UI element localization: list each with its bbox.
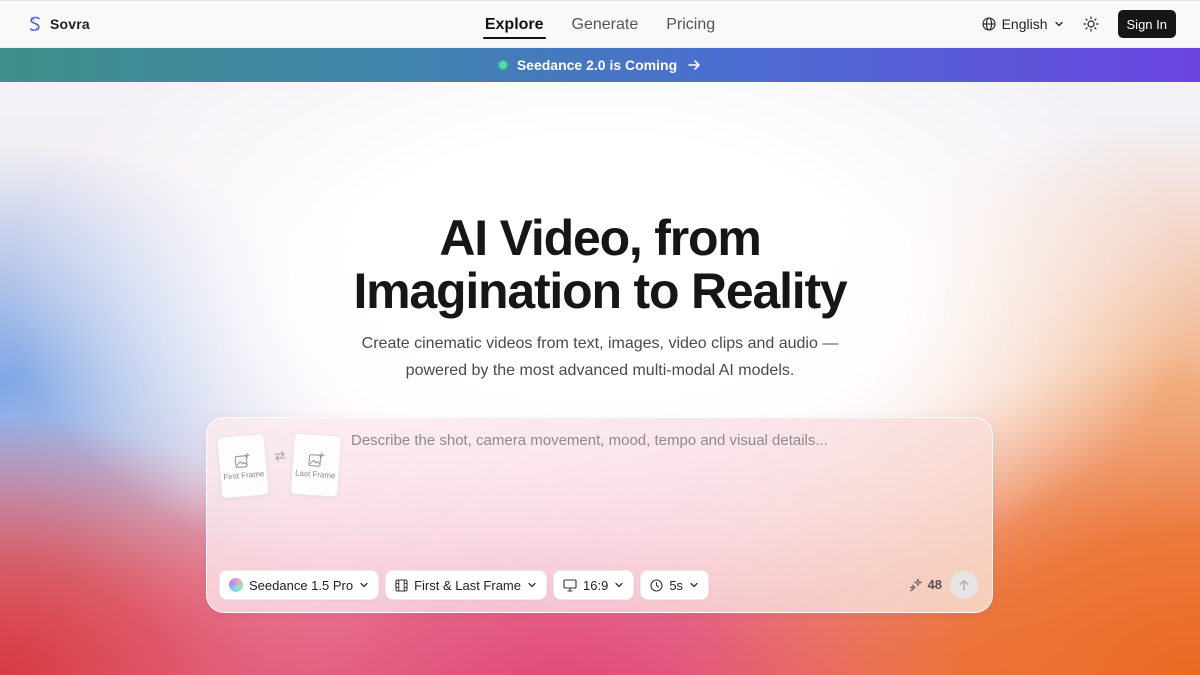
- language-label: English: [1001, 16, 1048, 32]
- theme-toggle-button[interactable]: [1078, 11, 1104, 37]
- mode-label: First & Last Frame: [414, 577, 521, 593]
- chevron-down-icon: [1054, 21, 1063, 27]
- chevron-down-icon: [360, 582, 368, 588]
- first-frame-label: First Frame: [223, 468, 265, 482]
- duration-selector[interactable]: 5s: [640, 570, 710, 600]
- clock-icon: [650, 578, 663, 592]
- credit-count: 48: [927, 577, 942, 592]
- submit-button[interactable]: [950, 571, 978, 599]
- sign-in-button[interactable]: Sign In: [1117, 10, 1176, 38]
- monitor-icon: [563, 578, 577, 592]
- hero-title-line-1: AI Video, from: [439, 210, 761, 266]
- brand-logo-icon: [30, 16, 40, 32]
- aspect-ratio-selector[interactable]: 16:9: [553, 570, 635, 600]
- globe-icon: [982, 17, 996, 31]
- chevron-down-icon: [615, 582, 623, 588]
- tab-generate[interactable]: Generate: [570, 6, 641, 43]
- last-frame-label: Last Frame: [294, 468, 336, 480]
- brand[interactable]: Sovra: [28, 16, 90, 32]
- arrow-up-icon: [959, 579, 969, 591]
- model-orb-icon: [229, 578, 243, 592]
- aspect-ratio-label: 16:9: [583, 577, 609, 593]
- prompt-toolbar: Seedance 1.5 Pro First & Last Frame 16:9…: [219, 570, 710, 600]
- duration-label: 5s: [669, 577, 684, 593]
- prompt-input[interactable]: [351, 430, 971, 560]
- hero-title: AI Video, from Imagination to Reality: [0, 212, 1200, 318]
- arrow-right-icon: [688, 60, 700, 70]
- tab-pricing[interactable]: Pricing: [664, 6, 717, 43]
- film-icon: [395, 578, 408, 592]
- language-selector[interactable]: English: [982, 16, 1064, 32]
- banner-text: Seedance 2.0 is Coming: [516, 57, 678, 73]
- top-navbar: Sovra Explore Generate Pricing English S…: [0, 0, 1200, 48]
- first-frame-upload[interactable]: First Frame: [216, 433, 270, 499]
- prompt-card: First Frame Last Frame Seedance 1.5 Pro: [206, 417, 993, 613]
- mode-selector[interactable]: First & Last Frame: [385, 570, 547, 600]
- sparkles-icon: [909, 578, 922, 591]
- live-status-dot: [498, 61, 507, 69]
- hero-title-line-2: Imagination to Reality: [353, 263, 847, 319]
- image-add-icon: [234, 452, 250, 468]
- sun-icon: [1082, 16, 1099, 32]
- nav-right-tools: English Sign In: [982, 10, 1176, 38]
- brand-name: Sovra: [50, 16, 90, 32]
- hero-subtitle: Create cinematic videos from text, image…: [361, 335, 839, 379]
- model-label: Seedance 1.5 Pro: [249, 577, 354, 593]
- chevron-down-icon: [528, 582, 536, 588]
- model-selector[interactable]: Seedance 1.5 Pro: [219, 570, 380, 600]
- swap-frames-icon[interactable]: [274, 450, 286, 462]
- image-add-icon: [308, 451, 325, 467]
- announcement-banner[interactable]: Seedance 2.0 is Coming: [0, 48, 1200, 82]
- tab-explore[interactable]: Explore: [482, 6, 546, 43]
- last-frame-upload[interactable]: Last Frame: [289, 432, 343, 498]
- credit-cost: 48: [909, 577, 942, 592]
- chevron-down-icon: [690, 582, 698, 588]
